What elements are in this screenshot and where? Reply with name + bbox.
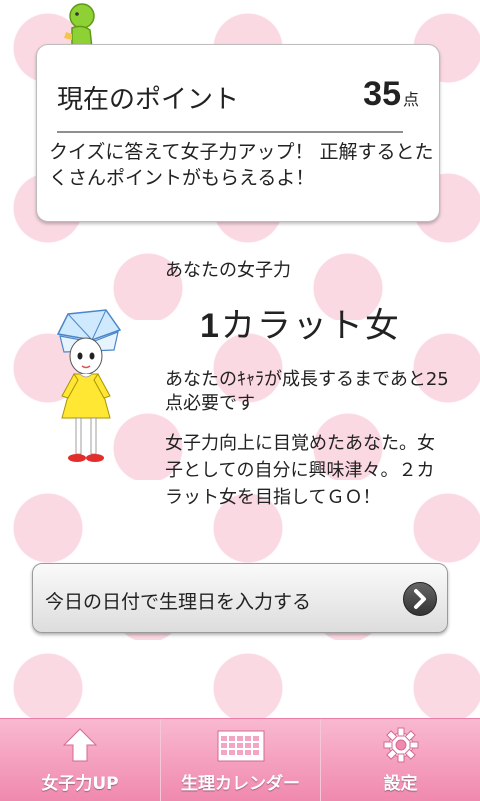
input-period-today-label: 今日の日付で生理日を入力する — [45, 591, 312, 613]
points-label: 現在のポイント — [57, 85, 240, 115]
points-unit: 点 — [402, 90, 419, 109]
points-value-group: 35 点 — [363, 75, 419, 114]
points-card: 現在のポイント 35 点 クイズに答えて女子力アップ！ 正解するとたくさんポイント… — [36, 44, 440, 222]
tab-settings[interactable]: 設定 — [320, 719, 480, 801]
divider — [57, 131, 403, 133]
quiz-message: クイズに答えて女子力アップ！ 正解するとたくさんポイントがもらえるよ！ — [49, 141, 434, 189]
remaining-points-text: あなたのｷｬﾗが成長するまであと25点必要です — [165, 369, 449, 414]
calendar-icon — [217, 730, 265, 762]
rank-title: 1カラット女 — [200, 298, 401, 347]
character-avatar-icon — [56, 309, 122, 462]
rank-text: カラット女 — [220, 306, 401, 346]
chevron-right-icon — [403, 582, 437, 616]
tab-label: 設定 — [383, 774, 418, 794]
up-arrow-icon — [62, 728, 98, 762]
tab-label: 女子力UP — [41, 774, 119, 794]
bottom-tab-bar: 女子力UP 生理カレンダー 設定 — [0, 718, 480, 801]
tab-period-calendar[interactable]: 生理カレンダー — [160, 719, 320, 801]
gear-icon — [383, 727, 419, 763]
section-title: あなたの女子力 — [165, 260, 291, 281]
points-value: 35 — [363, 75, 401, 113]
rank-description: 女子力向上に目覚めたあなた。女子としての自分に興味津々。２カラット女を目指してＧ… — [165, 433, 435, 508]
tab-joshiryoku-up[interactable]: 女子力UP — [0, 719, 160, 801]
tab-label: 生理カレンダー — [181, 774, 300, 794]
rank-number: 1 — [200, 307, 221, 345]
input-period-today-button[interactable]: 今日の日付で生理日を入力する — [32, 563, 448, 633]
